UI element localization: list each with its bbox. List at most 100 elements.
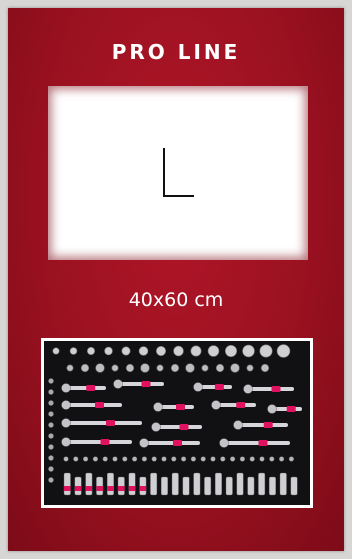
socket-icon [220,456,226,462]
socket-icon [131,456,138,462]
handle-grip-icon [173,440,182,446]
socket-icon [48,378,54,384]
deep-socket-icon [236,472,244,496]
socket-icon [276,344,291,358]
handle-grip-icon [95,402,104,408]
socket-icon [138,346,149,356]
socket-icon [201,364,209,372]
socket-icon [86,347,95,356]
deep-socket-icon [290,476,298,496]
socket-icon [48,389,54,395]
socket-icon [225,345,238,357]
socket-icon [140,363,150,373]
handle-grip-icon [263,422,273,428]
socket-icon [156,364,164,372]
socket-icon [73,456,79,462]
deep-socket-icon [225,476,233,496]
deep-socket-icon [107,472,114,496]
ratchet-head-icon [193,382,203,392]
ratchet-head-icon [233,420,243,430]
socket-icon [125,363,135,373]
deep-socket-icon [193,472,201,496]
socket-icon [170,363,180,373]
socket-icon [161,456,167,462]
product-card: PRO LINE 40x60 cm [8,8,344,551]
socket-icon [242,344,255,358]
socket-icon [259,456,265,462]
deep-socket-icon [128,472,136,496]
deep-socket-icon [258,472,266,496]
socket-icon [246,364,254,372]
socket-icon [80,363,90,373]
socket-icon [200,456,206,462]
handle-grip-icon [179,424,189,430]
socket-icon [52,347,60,355]
handle-grip-icon [100,439,110,445]
deep-socket-icon [214,472,222,496]
socket-icon [48,466,54,472]
socket-icon [269,456,275,462]
socket-icon [185,363,195,373]
socket-icon [102,456,108,462]
size-letter [48,86,308,260]
socket-icon [190,456,197,462]
handle-grip-icon [85,486,93,491]
socket-icon [48,477,54,483]
ratchet-head-icon [113,379,123,389]
deep-socket-icon [268,476,276,496]
ratchet-head-icon [61,418,71,428]
socket-icon [249,456,255,462]
deep-socket-icon [160,476,168,496]
handle-grip-icon [64,486,71,491]
socket-icon [48,444,54,450]
socket-icon [112,456,118,462]
socket-icon [48,411,54,417]
ratchet-head-icon [151,422,161,432]
socket-icon [260,363,270,373]
socket-icon [288,456,295,462]
brand-title: PRO LINE [111,40,241,64]
socket-icon [239,456,246,462]
socket-icon [171,456,177,462]
handle-grip-icon [86,385,96,391]
ratchet-head-icon [139,438,149,448]
handle-grip-icon [141,381,151,387]
ratchet-head-icon [153,402,163,412]
handle-grip-icon [106,420,115,426]
ratchet-head-icon [219,438,229,448]
handle-grip-icon [128,486,136,491]
ratchet-head-icon [61,383,71,393]
handle-grip-icon [286,406,296,412]
handle-grip-icon [139,486,147,491]
socket-icon [210,456,216,462]
socket-icon [48,400,54,406]
deep-socket-icon [247,476,255,496]
deep-socket-icon [85,472,93,496]
socket-icon [95,363,105,373]
socket-icon [173,345,184,357]
socket-icon [48,422,54,428]
handle-grip-icon [258,440,268,446]
extension-bar-icon [220,441,290,445]
socket-icon [230,456,236,462]
socket-icon [48,433,54,439]
socket-icon [122,456,128,462]
deep-socket-icon [182,476,190,496]
socket-icon [48,455,54,461]
socket-icon [82,456,89,462]
extension-bar-icon [140,441,200,445]
handle-grip-icon [118,486,125,491]
socket-icon [207,345,220,357]
socket-icon [92,456,99,462]
socket-icon [104,346,113,356]
handle-grip-icon [236,402,246,408]
socket-icon [215,363,225,373]
handle-grip-icon [96,486,103,491]
deep-socket-icon [150,472,158,496]
extension-bar-icon [62,421,142,425]
socket-icon [141,456,148,462]
handle-grip-icon [107,486,114,491]
socket-icon [230,363,240,373]
handle-grip-icon [214,384,224,390]
extension-bar-icon [62,440,132,444]
